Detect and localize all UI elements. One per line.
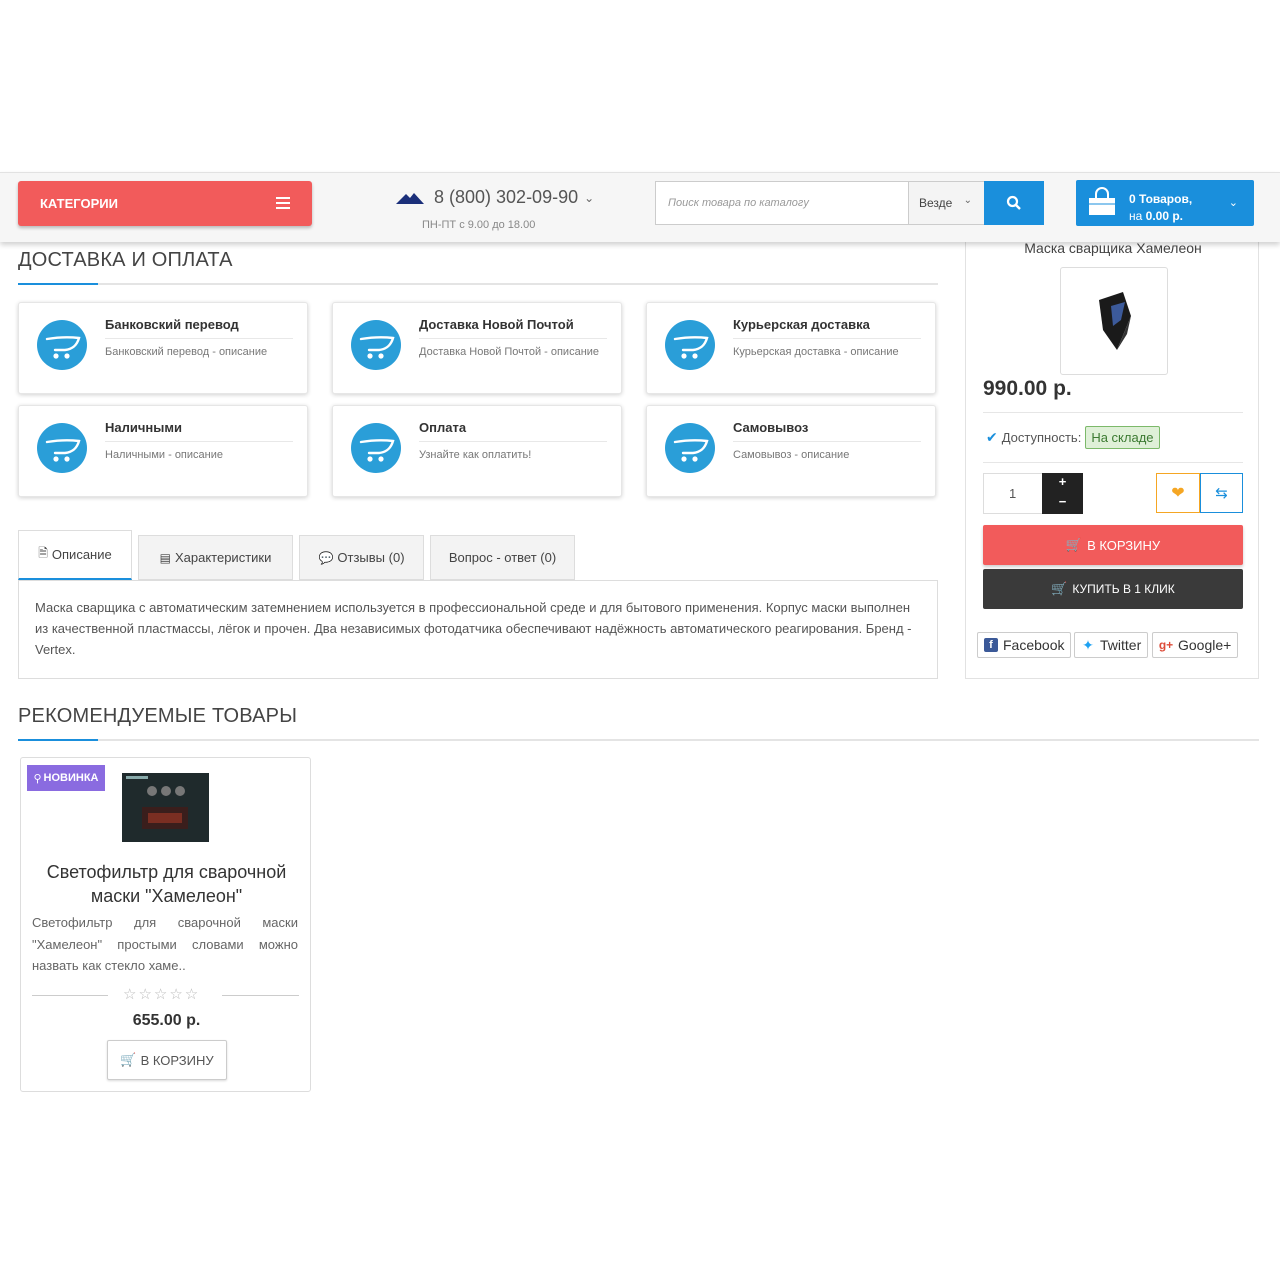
- quantity-plus-button[interactable]: +: [1042, 473, 1083, 493]
- cart-total-line: на 0.00 р.: [1129, 209, 1184, 223]
- comments-icon: 💬: [318, 550, 334, 565]
- basket-icon: 🛒: [120, 1052, 137, 1067]
- payment-method-description: Банковский перевод - описание: [105, 346, 268, 358]
- heart-icon: ❤: [1171, 485, 1185, 502]
- document-icon: 🗎: [38, 546, 48, 560]
- quantity-input[interactable]: 1: [983, 473, 1043, 514]
- divider: [983, 462, 1243, 463]
- cart-logo-icon: [37, 423, 87, 473]
- cart-logo-icon: [665, 320, 715, 370]
- share-google-button[interactable]: g+ Google+: [1152, 632, 1239, 658]
- divider: [222, 995, 299, 996]
- shopping-bag-icon: [1089, 187, 1115, 215]
- chevron-down-icon: ⌄: [963, 195, 972, 206]
- payment-method-name: Курьерская доставка: [733, 317, 921, 339]
- product-card-price: 655.00 р.: [132, 1012, 201, 1029]
- working-hours: ПН-ПТ с 9.00 до 18.00: [422, 219, 536, 231]
- cart-logo-icon: [665, 423, 715, 473]
- payment-method-description: Доставка Новой Почтой - описание: [419, 346, 600, 358]
- header-bar: КАТЕГОРИИ 8 (800) 302-09-90 ⌄ ПН-ПТ с 9.…: [0, 172, 1280, 242]
- add-to-cart-button[interactable]: 🛒 В КОРЗИНУ: [983, 525, 1243, 565]
- welding-mask-image: [1099, 292, 1131, 350]
- product-price: 990.00 р.: [983, 377, 1072, 400]
- chevron-down-icon: ⌄: [1228, 197, 1238, 209]
- light-filter-image: [122, 773, 209, 842]
- divider: [983, 412, 1243, 413]
- search-form: Поиск товара по каталогу Везде ⌄: [655, 181, 1044, 225]
- payment-method-name: Банковский перевод: [105, 317, 293, 339]
- quantity-stepper: + −: [1042, 473, 1083, 514]
- share-twitter-button[interactable]: ✦ Twitter: [1074, 632, 1149, 658]
- cart-logo-icon: [37, 320, 87, 370]
- check-icon: ✔: [986, 429, 998, 445]
- search-scope-select[interactable]: Везде ⌄: [908, 182, 984, 224]
- payment-method-card[interactable]: Наличными Наличными - описание: [18, 405, 308, 497]
- payment-method-description: Наличными - описание: [105, 449, 223, 461]
- payment-method-card[interactable]: Самовывоз Самовывоз - описание: [646, 405, 936, 497]
- divider: [32, 995, 108, 996]
- chevron-down-icon: ⌄: [584, 190, 595, 205]
- basket-icon: 🛒: [1051, 581, 1068, 596]
- product-card-image[interactable]: [122, 773, 209, 842]
- product-card-text: Светофильтр для сварочной маски "Хамелео…: [32, 915, 298, 973]
- payment-method-description: Курьерская доставка - описание: [733, 346, 899, 358]
- payment-method-name: Оплата: [419, 420, 607, 442]
- payment-method-card[interactable]: Оплата Узнайте как оплатить!: [332, 405, 622, 497]
- menu-icon: [276, 197, 290, 212]
- lightbulb-icon: ⚲: [33, 772, 42, 785]
- tab-questions[interactable]: Вопрос - ответ (0): [430, 535, 575, 580]
- cart-logo-icon: [351, 423, 401, 473]
- list-icon: ▤: [159, 550, 171, 565]
- recommended-title: РЕКОМЕНДУЕМЫЕ ТОВАРЫ: [18, 705, 298, 727]
- buy-one-click-button[interactable]: 🛒 КУПИТЬ В 1 КЛИК: [983, 569, 1243, 609]
- compare-arrows-icon: ⇆: [1215, 485, 1228, 502]
- facebook-icon: f: [984, 638, 998, 652]
- product-card-title[interactable]: Светофильтр для сварочной маски "Хамелео…: [21, 860, 312, 908]
- cart-count: 0 Товаров,: [1129, 192, 1193, 206]
- search-input[interactable]: Поиск товара по каталогу: [668, 197, 809, 209]
- wishlist-button[interactable]: ❤: [1156, 473, 1200, 513]
- google-plus-icon: g+: [1158, 638, 1174, 652]
- basket-icon: 🛒: [1065, 537, 1083, 552]
- tab-description[interactable]: 🗎 Описание: [18, 530, 132, 580]
- delivery-divider: [18, 283, 938, 285]
- payment-method-name: Доставка Новой Почтой: [419, 317, 607, 339]
- payment-method-description: Самовывоз - описание: [733, 449, 850, 461]
- payment-method-name: Самовывоз: [733, 420, 921, 442]
- recommended-divider: [18, 739, 1259, 741]
- share-facebook-button[interactable]: f Facebook: [977, 632, 1072, 658]
- product-card[interactable]: ⚲ НОВИНКА Светофильтр для сварочной маск…: [20, 757, 311, 1092]
- payment-method-name: Наличными: [105, 420, 293, 442]
- phone-dropdown[interactable]: 8 (800) 302-09-90 ⌄: [396, 187, 594, 208]
- payment-method-card[interactable]: Доставка Новой Почтой Доставка Новой Почт…: [332, 302, 622, 394]
- product-card-cart-button[interactable]: 🛒 В КОРЗИНУ: [107, 1040, 227, 1080]
- payment-method-description: Узнайте как оплатить!: [419, 449, 532, 461]
- categories-button[interactable]: КАТЕГОРИИ: [18, 181, 312, 226]
- search-button[interactable]: [984, 181, 1044, 225]
- tab-specifications[interactable]: ▤ Характеристики: [138, 535, 293, 580]
- phone-number: 8 (800) 302-09-90: [434, 187, 579, 207]
- description-panel: Маска сварщика с автоматическим затемнен…: [18, 580, 938, 679]
- tab-reviews[interactable]: 💬 Отзывы (0): [299, 535, 424, 580]
- cart-logo-icon: [351, 320, 401, 370]
- product-sidebar: Маска сварщика Хамелеон 990.00 р. ✔ Дост…: [965, 240, 1259, 679]
- availability: ✔ Доступность: На складе: [986, 426, 1160, 449]
- quantity-minus-button[interactable]: −: [1042, 493, 1083, 513]
- mountain-logo-icon: [396, 192, 424, 204]
- new-badge: ⚲ НОВИНКА: [27, 765, 105, 791]
- categories-label: КАТЕГОРИИ: [40, 196, 118, 211]
- search-scope-value: Везде: [919, 196, 953, 210]
- stock-badge: На складе: [1085, 426, 1160, 449]
- product-name: Маска сварщика Хамелеон: [1024, 240, 1202, 256]
- twitter-icon: ✦: [1081, 636, 1095, 653]
- payment-method-card[interactable]: Курьерская доставка Курьерская доставка -…: [646, 302, 936, 394]
- rating-stars: ☆☆☆☆☆: [123, 986, 201, 1003]
- payment-method-card[interactable]: Банковский перевод Банковский перевод - о…: [18, 302, 308, 394]
- cart-button[interactable]: 0 Товаров, на 0.00 р. ⌄: [1076, 180, 1254, 226]
- product-thumbnail[interactable]: [1060, 267, 1168, 375]
- search-icon: [1006, 195, 1021, 210]
- compare-button[interactable]: ⇆: [1200, 473, 1243, 513]
- delivery-title: ДОСТАВКА И ОПЛАТА: [18, 249, 233, 271]
